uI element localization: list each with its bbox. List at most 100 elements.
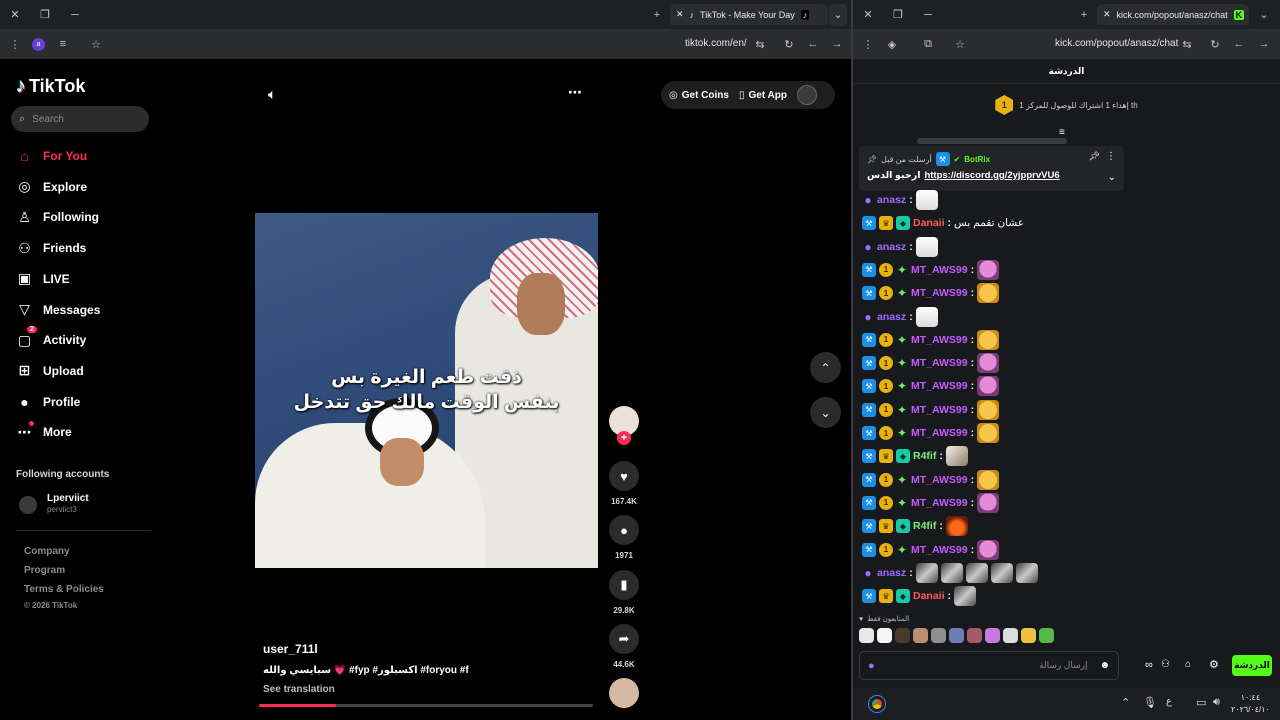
chat-username[interactable]: MT_AWS99 xyxy=(911,497,968,509)
cat-emote-icon[interactable] xyxy=(977,469,1000,490)
menu-kebab-icon[interactable]: ⋮ xyxy=(857,33,879,55)
chat-username[interactable]: Danaii xyxy=(913,590,945,602)
chat-input[interactable]: ● إرسال رسالة ☻ xyxy=(859,651,1119,680)
sidebar-item-friends[interactable]: ⚇ Friends xyxy=(16,235,166,261)
chat-message[interactable]: ● anasz: xyxy=(862,189,938,211)
chat-username[interactable]: MT_AWS99 xyxy=(911,287,968,299)
cat-emote-icon[interactable] xyxy=(977,399,1000,420)
chat-username[interactable]: MT_AWS99 xyxy=(911,404,968,416)
emoji-icon[interactable]: ☻ xyxy=(1099,660,1110,671)
chat-message[interactable]: ⚒ 1 ✦ MT_AWS99: xyxy=(862,329,1000,351)
chat-username[interactable]: MT_AWS99 xyxy=(911,380,968,392)
site-settings-icon[interactable]: ⇆ xyxy=(749,33,771,55)
users-icon[interactable]: ⚇ xyxy=(1161,659,1170,670)
emote-icon[interactable] xyxy=(1021,628,1036,643)
sidebar-item-activity[interactable]: ▢ 2 Activity xyxy=(16,325,166,353)
settings-gear-icon[interactable]: ⚙ xyxy=(1209,658,1219,671)
cat-emote-icon[interactable] xyxy=(977,329,1000,350)
menu-kebab-icon[interactable]: ⋮ xyxy=(4,33,26,55)
close-icon[interactable]: ✕ xyxy=(857,4,879,26)
chat-message[interactable]: ● anasz: xyxy=(862,562,1038,584)
gray-emote-icon[interactable] xyxy=(915,562,938,583)
sidebar-item-more[interactable]: ⋯ More xyxy=(16,419,166,445)
chat-username[interactable]: R4fif xyxy=(913,450,936,462)
chat-message[interactable]: ⚒ 1 ✦ MT_AWS99: xyxy=(862,539,1000,561)
emote-icon[interactable] xyxy=(859,628,874,643)
expand-chevron-icon[interactable]: ⌄ xyxy=(1108,172,1116,183)
unpin-icon[interactable]: 📌︎ xyxy=(1089,151,1100,162)
more-options-icon[interactable]: ⋯ xyxy=(568,84,582,101)
sidebar-item-messages[interactable]: ▽ Messages xyxy=(16,297,166,323)
pinned-link[interactable]: https://discord.gg/2yjpprvVU6 xyxy=(924,170,1059,181)
emote-icon[interactable] xyxy=(931,628,946,643)
forward-icon[interactable]: → xyxy=(826,33,848,55)
tray-display-icon[interactable]: ▭ xyxy=(1196,696,1206,709)
chat-username[interactable]: MT_AWS99 xyxy=(911,264,968,276)
pink-emote-icon[interactable] xyxy=(977,376,1000,397)
tray-mic-icon[interactable]: 🎙︎ xyxy=(1143,696,1157,709)
site-settings-icon[interactable]: ⇆ xyxy=(1176,33,1198,55)
filter-icon[interactable]: ≡ xyxy=(1059,127,1065,138)
like-button[interactable]: ♥ 167.4K xyxy=(609,461,639,506)
bookmark-star-icon[interactable]: ☆ xyxy=(949,33,971,55)
new-tab-icon[interactable]: + xyxy=(1073,4,1095,26)
reading-list-icon[interactable]: ≡ xyxy=(52,33,74,55)
fire-emote-icon[interactable] xyxy=(945,516,968,537)
bookmark-star-icon[interactable]: ☆ xyxy=(85,33,107,55)
goose-emote-icon[interactable] xyxy=(915,236,938,257)
get-app-button[interactable]: ▯ Get App xyxy=(739,90,787,101)
close-tab-icon[interactable]: ✕ xyxy=(1103,9,1111,20)
footer-terms-link[interactable]: Terms & Policies xyxy=(24,584,104,595)
chat-message[interactable]: ⚒ 1 ✦ MT_AWS99: xyxy=(862,422,1000,444)
chat-message[interactable]: ⚒ 1 ✦ MT_AWS99: xyxy=(862,352,1000,374)
chat-username[interactable]: anasz xyxy=(877,311,906,323)
browser-tab[interactable]: ✕ ♪ TikTok - Make Your Day ♪ xyxy=(670,4,828,25)
chat-message[interactable]: ⚒ 1 ✦ MT_AWS99: xyxy=(862,469,1000,491)
emote-icon[interactable] xyxy=(877,628,892,643)
get-coins-button[interactable]: ◎ Get Coins xyxy=(669,90,729,101)
search-input[interactable]: ⌕ Search xyxy=(11,106,149,132)
chrome-icon[interactable] xyxy=(869,696,885,712)
chat-username[interactable]: MT_AWS99 xyxy=(911,427,968,439)
store-icon[interactable]: ⌂ xyxy=(1185,659,1191,670)
sidebar-item-for-you[interactable]: ⌂ For You xyxy=(16,143,166,169)
tab-search-icon[interactable]: ⌄ xyxy=(1255,4,1273,26)
back-icon[interactable]: ← xyxy=(1228,33,1250,55)
tray-chevron-icon[interactable]: ⌃ xyxy=(1121,696,1130,709)
new-tab-icon[interactable]: + xyxy=(646,4,668,26)
close-tab-icon[interactable]: ✕ xyxy=(676,9,684,20)
cat-emote-icon[interactable] xyxy=(977,283,1000,304)
cat-emote-icon[interactable] xyxy=(977,423,1000,443)
profile-avatar[interactable]: a xyxy=(32,38,45,51)
goose-emote-icon[interactable] xyxy=(915,306,938,327)
sidebar-item-live[interactable]: ▣ LIVE xyxy=(16,266,166,292)
chat-username[interactable]: Danaii xyxy=(913,217,945,229)
chat-username[interactable]: MT_AWS99 xyxy=(911,334,968,346)
previous-video-button[interactable]: ⌃ xyxy=(810,352,841,383)
chat-username[interactable]: anasz xyxy=(877,241,906,253)
sub-goal-banner[interactable]: 1 إهداء 1 اشتراك للوصول للمركز 1 th xyxy=(853,90,1280,120)
chat-message[interactable]: ● anasz: xyxy=(862,306,938,328)
footer-company-link[interactable]: Company xyxy=(24,546,70,557)
following-account-item[interactable]: Lperviict perviict3 xyxy=(16,493,156,517)
pinned-menu-icon[interactable]: ⋮ xyxy=(1106,151,1116,162)
chat-username[interactable]: anasz xyxy=(877,194,906,206)
footer-program-link[interactable]: Program xyxy=(24,565,65,576)
language-icon[interactable]: ع xyxy=(1166,696,1172,707)
reload-icon[interactable]: ↻ xyxy=(1204,33,1226,55)
chat-message[interactable]: ⚒ 1 ✦ MT_AWS99: xyxy=(862,492,1000,514)
pink-emote-icon[interactable] xyxy=(977,353,1000,374)
sidebar-item-following[interactable]: ♙ Following xyxy=(16,204,166,230)
url-text[interactable]: tiktok.com/en/ xyxy=(685,38,747,49)
chat-message[interactable]: ⚒ 1 ✦ MT_AWS99: xyxy=(862,282,1000,304)
sidebar-item-explore[interactable]: ◎ Explore xyxy=(16,174,166,200)
volume-icon[interactable]: 🔊︎ xyxy=(1213,696,1220,709)
back-icon[interactable]: ← xyxy=(802,33,824,55)
follow-plus-icon[interactable]: + xyxy=(617,431,631,445)
forward-icon[interactable]: → xyxy=(1253,33,1275,55)
infinity-icon[interactable]: ∞ xyxy=(1145,659,1153,671)
emote-icon[interactable] xyxy=(967,628,982,643)
gray-emote-icon[interactable] xyxy=(954,586,977,607)
url-text[interactable]: kick.com/popout/anasz/chat xyxy=(1055,38,1178,49)
extension-icon[interactable]: ◈ xyxy=(881,33,903,55)
